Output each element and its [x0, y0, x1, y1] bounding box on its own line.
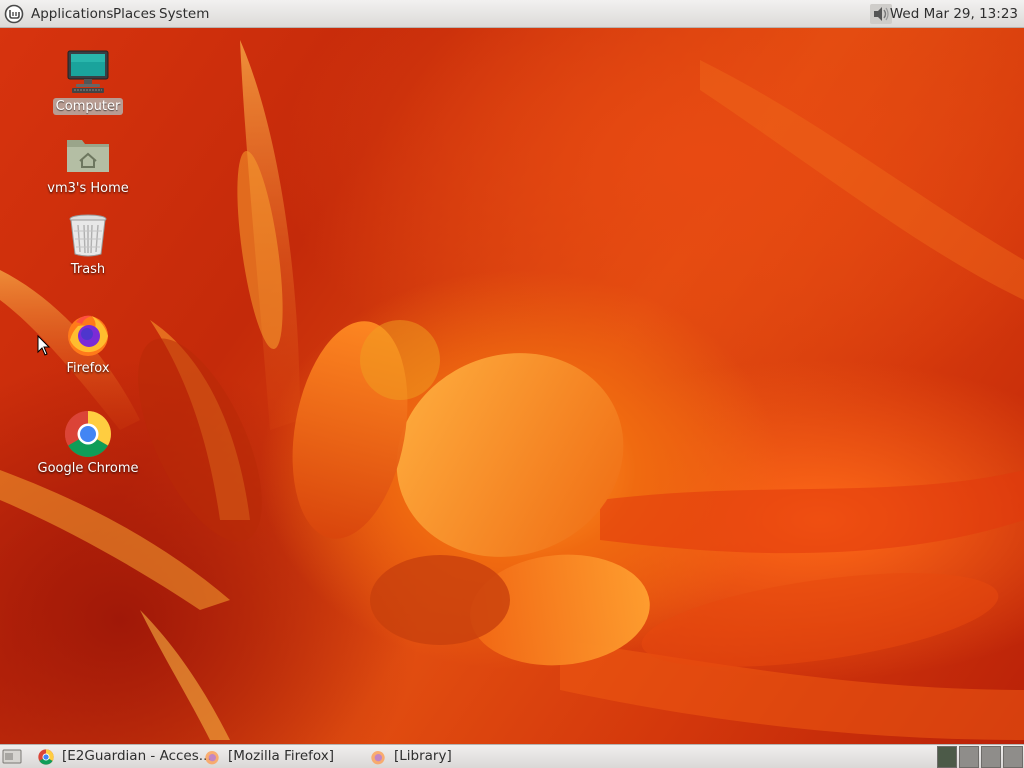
desktop-wallpaper	[0, 0, 1024, 768]
top-panel: Applications Places System Wed Mar 29, 1…	[0, 0, 1024, 28]
firefox-icon	[204, 749, 220, 765]
taskbar-item-label: [Library]	[394, 748, 452, 764]
firefox-icon	[370, 749, 386, 765]
mouse-cursor-icon	[37, 334, 51, 357]
mint-logo-icon[interactable]	[4, 4, 24, 24]
desktop-icon-label: Computer	[52, 98, 124, 115]
volume-icon[interactable]	[870, 4, 892, 24]
workspace-4[interactable]	[1003, 746, 1023, 768]
chrome-icon	[38, 749, 54, 765]
workspace-3[interactable]	[981, 746, 1001, 768]
home-folder-icon	[64, 130, 112, 178]
taskbar-item-label: [Mozilla Firefox]	[228, 748, 335, 764]
desktop-icon-label: Trash	[70, 262, 106, 277]
desktop-icon-trash[interactable]: Trash	[33, 211, 143, 278]
places-menu[interactable]: Places	[109, 0, 160, 28]
desktop-icon-home[interactable]: vm3's Home	[33, 130, 143, 197]
taskbar-item-e2guardian[interactable]: [E2Guardian - Acces...	[38, 745, 212, 768]
flower-petals-art	[0, 40, 1024, 740]
show-desktop-icon[interactable]	[2, 748, 22, 765]
desktop-icon-chrome[interactable]: Google Chrome	[33, 410, 143, 477]
computer-icon	[64, 48, 112, 96]
desktop-icon-label: Firefox	[66, 361, 110, 376]
taskbar-item-library[interactable]: [Library]	[370, 745, 530, 768]
bottom-panel: [E2Guardian - Acces... [Mozilla Firefox]…	[0, 744, 1024, 768]
applications-menu[interactable]: Applications	[27, 0, 117, 28]
taskbar-item-mozilla-firefox[interactable]: [Mozilla Firefox]	[204, 745, 364, 768]
taskbar-item-label: [E2Guardian - Acces...	[62, 748, 212, 764]
desktop-icon-label: Google Chrome	[37, 461, 139, 476]
chrome-icon	[64, 410, 112, 458]
desktop-icon-computer[interactable]: Computer	[33, 48, 143, 115]
system-menu[interactable]: System	[155, 0, 213, 28]
workspace-2[interactable]	[959, 746, 979, 768]
workspace-1[interactable]	[937, 746, 957, 768]
clock[interactable]: Wed Mar 29, 13:23	[890, 0, 1018, 28]
firefox-icon	[64, 310, 112, 358]
desktop-icon-label: vm3's Home	[47, 181, 129, 196]
trash-icon	[64, 211, 112, 259]
